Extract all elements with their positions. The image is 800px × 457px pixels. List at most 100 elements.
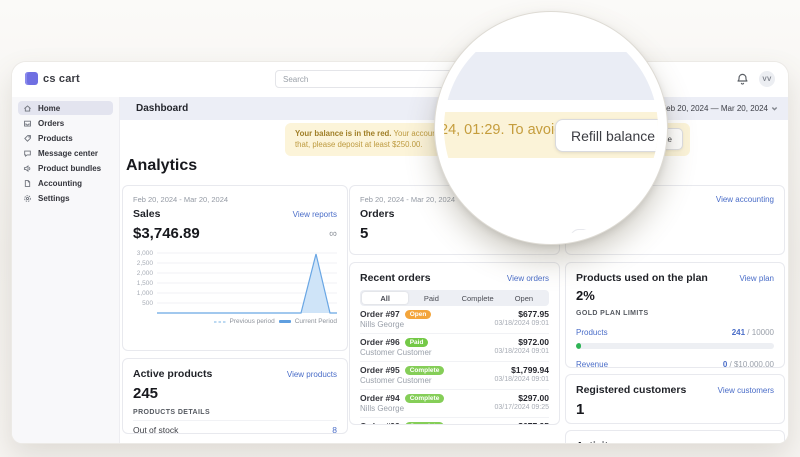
active-products-value: 245 bbox=[133, 385, 337, 402]
view-products-link[interactable]: View products bbox=[287, 370, 337, 379]
gear-icon bbox=[23, 194, 32, 203]
brand-name: cs cart bbox=[43, 73, 80, 85]
brand-logo[interactable]: cs cart bbox=[25, 72, 80, 85]
view-accounting-link[interactable]: View accounting bbox=[716, 195, 774, 204]
out-of-stock-value: 8 bbox=[332, 425, 337, 434]
sidebar-item-settings[interactable]: Settings bbox=[18, 191, 113, 205]
registered-customers-title: Registered customers bbox=[576, 384, 686, 396]
products-progress-bar bbox=[576, 343, 774, 349]
tab-paid[interactable]: Paid bbox=[408, 292, 454, 304]
current-period-swatch bbox=[279, 320, 291, 323]
legend-previous-label: Previous period bbox=[230, 318, 275, 325]
document-icon bbox=[23, 179, 32, 188]
plan-limits-heading: GOLD PLAN LIMITS bbox=[576, 310, 774, 317]
sales-value: $3,746.89 bbox=[133, 225, 200, 242]
magnifier-overlay: 24, 01:29. To avoid Refill balance $ bbox=[435, 12, 667, 244]
plan-usage-value: 2% bbox=[576, 288, 774, 303]
tab-all[interactable]: All bbox=[362, 292, 408, 304]
order-row[interactable]: Order #97Open$677.95 Nills George03/18/2… bbox=[360, 306, 549, 333]
magnified-header-strip bbox=[435, 52, 667, 100]
orders-title: Orders bbox=[360, 208, 394, 220]
registered-customers-card: Registered customers View customers 1 bbox=[565, 374, 785, 424]
chevron-down-icon bbox=[771, 105, 778, 112]
tag-icon bbox=[23, 134, 32, 143]
recent-orders-title: Recent orders bbox=[360, 272, 431, 284]
status-badge: Complete bbox=[405, 394, 445, 403]
order-row[interactable]: Order #94Complete$297.00 Nills George03/… bbox=[360, 389, 549, 417]
status-badge: Open bbox=[405, 310, 432, 319]
svg-text:1,500: 1,500 bbox=[137, 280, 154, 287]
status-badge: Complete bbox=[405, 366, 445, 375]
active-products-title: Active products bbox=[133, 368, 212, 380]
chat-bubble-icon bbox=[23, 149, 32, 158]
app-header: cs cart VV bbox=[12, 62, 788, 97]
sales-title: Sales bbox=[133, 208, 160, 220]
megaphone-icon bbox=[23, 164, 32, 173]
order-status-tabs: All Paid Complete Open bbox=[360, 290, 549, 306]
products-total: / 10000 bbox=[745, 328, 774, 337]
chart-legend: Previous period Current Period bbox=[214, 318, 337, 325]
svg-text:500: 500 bbox=[142, 300, 153, 307]
sales-chart: 3,000 2,500 2,000 1,500 1,000 500 Previo… bbox=[133, 248, 337, 323]
plan-usage-card: Products used on the plan View plan 2% G… bbox=[565, 262, 785, 368]
activity-title: Activity bbox=[576, 440, 614, 443]
order-row[interactable]: Order #96Paid$972.00 Customer Customer03… bbox=[360, 333, 549, 361]
app-window: cs cart VV Home Orders Products Message … bbox=[12, 62, 788, 443]
sidebar-item-label: Product bundles bbox=[38, 164, 101, 173]
tab-open[interactable]: Open bbox=[501, 292, 547, 304]
svg-text:1,000: 1,000 bbox=[137, 290, 154, 297]
legend-current-label: Current Period bbox=[295, 318, 337, 325]
sidebar-item-orders[interactable]: Orders bbox=[18, 116, 113, 130]
sidebar-item-label: Orders bbox=[38, 119, 64, 128]
sidebar-item-product-bundles[interactable]: Product bundles bbox=[18, 161, 113, 175]
sidebar-item-label: Home bbox=[38, 104, 60, 113]
view-all-link[interactable]: View all bbox=[747, 442, 774, 443]
page-title: Dashboard bbox=[136, 103, 188, 114]
sidebar-item-label: Message center bbox=[38, 149, 98, 158]
order-row[interactable]: Order #92Complete$677.95 Nills George03/… bbox=[360, 417, 549, 425]
plan-title: Products used on the plan bbox=[576, 272, 708, 284]
sales-card: Feb 20, 2024 - Mar 20, 2024 Sales View r… bbox=[122, 185, 348, 351]
notifications-bell-icon[interactable] bbox=[735, 72, 750, 87]
sidebar: Home Orders Products Message center Prod… bbox=[12, 97, 120, 443]
sidebar-item-label: Products bbox=[38, 134, 73, 143]
view-reports-link[interactable]: View reports bbox=[293, 210, 337, 219]
view-orders-link[interactable]: View orders bbox=[507, 274, 549, 283]
registered-customers-value: 1 bbox=[576, 401, 774, 418]
view-plan-link[interactable]: View plan bbox=[739, 274, 774, 283]
sidebar-item-message-center[interactable]: Message center bbox=[18, 146, 113, 160]
products-progress-fill bbox=[576, 343, 581, 349]
out-of-stock-row[interactable]: Out of stock 8 bbox=[133, 420, 337, 434]
order-list: Order #97Open$677.95 Nills George03/18/2… bbox=[360, 306, 549, 425]
cscart-logo-icon bbox=[25, 72, 38, 85]
home-icon bbox=[23, 104, 32, 113]
order-row[interactable]: Order #95Complete$1,799.94 Customer Cust… bbox=[360, 361, 549, 389]
sidebar-item-label: Accounting bbox=[38, 179, 82, 188]
products-limit-label[interactable]: Products bbox=[576, 328, 608, 337]
analytics-heading: Analytics bbox=[126, 157, 197, 175]
sidebar-item-accounting[interactable]: Accounting bbox=[18, 176, 113, 190]
sidebar-item-products[interactable]: Products bbox=[18, 131, 113, 145]
inbox-icon bbox=[23, 119, 32, 128]
status-badge: Complete bbox=[405, 422, 445, 426]
activity-card: Activity View all bbox=[565, 430, 785, 443]
tab-complete[interactable]: Complete bbox=[455, 292, 501, 304]
sales-period: Feb 20, 2024 - Mar 20, 2024 bbox=[133, 195, 337, 204]
sidebar-item-home[interactable]: Home bbox=[18, 101, 113, 115]
magnified-refill-balance-button[interactable]: Refill balance bbox=[555, 119, 667, 152]
recent-orders-card: Recent orders View orders All Paid Compl… bbox=[349, 262, 560, 425]
active-products-card: Active products View products 245 PRODUC… bbox=[122, 358, 348, 434]
user-avatar[interactable]: VV bbox=[759, 71, 775, 87]
out-of-stock-label: Out of stock bbox=[133, 425, 178, 434]
view-customers-link[interactable]: View customers bbox=[718, 386, 774, 395]
date-range-picker[interactable]: Feb 20, 2024 — Mar 20, 2024 bbox=[661, 97, 778, 120]
sidebar-item-label: Settings bbox=[38, 194, 70, 203]
svg-text:3,000: 3,000 bbox=[137, 250, 154, 257]
previous-period-swatch bbox=[214, 321, 226, 323]
status-badge: Paid bbox=[405, 338, 429, 347]
products-used: 241 bbox=[732, 328, 745, 337]
magnified-banner-text: 24, 01:29. To avoid bbox=[440, 122, 562, 138]
svg-text:2,500: 2,500 bbox=[137, 260, 154, 267]
products-details-heading: PRODUCTS DETAILS bbox=[133, 409, 337, 416]
revenue-limit-label[interactable]: Revenue bbox=[576, 360, 608, 368]
